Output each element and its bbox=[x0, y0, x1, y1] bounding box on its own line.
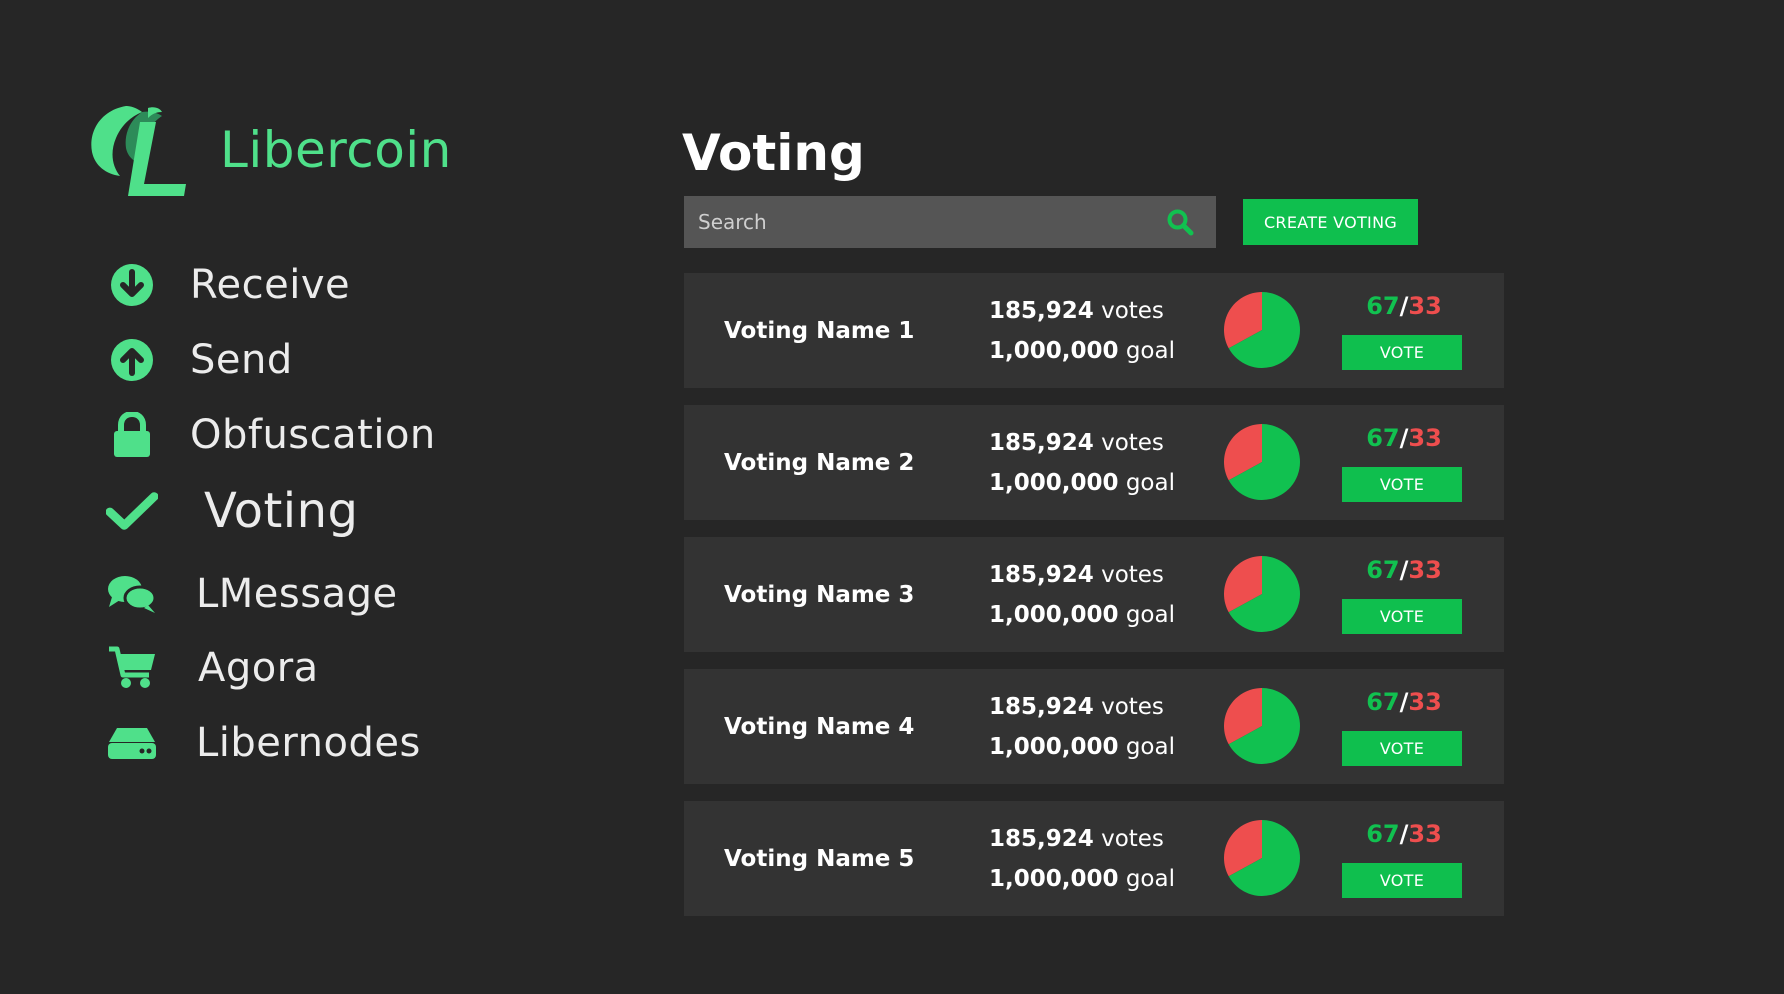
ratio-yes: 67 bbox=[1366, 688, 1400, 716]
sidebar-item-label: Agora bbox=[198, 645, 319, 691]
voting-name: Voting Name 1 bbox=[724, 317, 915, 344]
vote-count-unit: votes bbox=[1101, 298, 1164, 324]
vote-goal-unit: goal bbox=[1125, 602, 1175, 628]
checkmark-icon bbox=[106, 485, 158, 537]
vote-count: 185,924 bbox=[989, 430, 1094, 456]
vote-ratio: 67/33 bbox=[1344, 555, 1464, 585]
sidebar-nav: Receive Send Obfuscation Voting LMessage… bbox=[0, 0, 560, 994]
vote-count-unit: votes bbox=[1101, 826, 1164, 852]
vote-goal-unit: goal bbox=[1125, 470, 1175, 496]
voting-list: Voting Name 1 185,924 votes 1,000,000 go… bbox=[684, 273, 1504, 933]
vote-button[interactable]: VOTE bbox=[1342, 467, 1462, 502]
search-input[interactable] bbox=[684, 196, 1166, 248]
vote-count: 185,924 bbox=[989, 694, 1094, 720]
vote-pie-chart bbox=[1224, 688, 1300, 764]
ratio-yes: 67 bbox=[1366, 820, 1400, 848]
voting-stats: 185,924 votes 1,000,000 goal bbox=[989, 819, 1175, 899]
vote-goal-unit: goal bbox=[1125, 338, 1175, 364]
chat-bubbles-icon bbox=[106, 568, 158, 620]
voting-name: Voting Name 2 bbox=[724, 449, 915, 476]
ratio-yes: 67 bbox=[1366, 424, 1400, 452]
ratio-no: 33 bbox=[1408, 820, 1442, 848]
sidebar-item-label: Obfuscation bbox=[190, 412, 436, 458]
create-voting-button[interactable]: CREATE VOTING bbox=[1243, 199, 1418, 245]
voting-stats: 185,924 votes 1,000,000 goal bbox=[989, 423, 1175, 503]
search-bar bbox=[684, 196, 1216, 248]
sidebar-item-label: LMessage bbox=[196, 571, 398, 617]
arrow-up-circle-icon bbox=[106, 334, 158, 386]
sidebar-item-voting[interactable]: Voting bbox=[106, 481, 359, 541]
sidebar-item-send[interactable]: Send bbox=[106, 330, 293, 390]
sidebar-item-agora[interactable]: Agora bbox=[106, 638, 319, 698]
sidebar-item-label: Receive bbox=[190, 262, 351, 308]
vote-goal: 1,000,000 bbox=[989, 338, 1119, 364]
vote-goal: 1,000,000 bbox=[989, 602, 1119, 628]
sidebar-item-lmessage[interactable]: LMessage bbox=[106, 564, 398, 624]
ratio-no: 33 bbox=[1408, 556, 1442, 584]
sidebar-item-label: Send bbox=[190, 337, 293, 383]
vote-ratio: 67/33 bbox=[1344, 819, 1464, 849]
sidebar-item-obfuscation[interactable]: Obfuscation bbox=[106, 405, 436, 465]
vote-button[interactable]: VOTE bbox=[1342, 863, 1462, 898]
ratio-yes: 67 bbox=[1366, 292, 1400, 320]
ratio-yes: 67 bbox=[1366, 556, 1400, 584]
vote-pie-chart bbox=[1224, 424, 1300, 500]
vote-pie-chart bbox=[1224, 820, 1300, 896]
vote-ratio: 67/33 bbox=[1344, 291, 1464, 321]
sidebar-item-receive[interactable]: Receive bbox=[106, 255, 350, 315]
vote-ratio: 67/33 bbox=[1344, 687, 1464, 717]
page-title: Voting bbox=[682, 124, 865, 182]
voting-row: Voting Name 5 185,924 votes 1,000,000 go… bbox=[684, 801, 1504, 916]
vote-count-unit: votes bbox=[1101, 562, 1164, 588]
arrow-down-circle-icon bbox=[106, 259, 158, 311]
ratio-no: 33 bbox=[1408, 424, 1442, 452]
vote-goal-unit: goal bbox=[1125, 734, 1175, 760]
sidebar-item-label: Voting bbox=[204, 483, 359, 539]
vote-pie-chart bbox=[1224, 292, 1300, 368]
vote-goal: 1,000,000 bbox=[989, 470, 1119, 496]
sidebar-item-label: Libernodes bbox=[196, 720, 421, 766]
voting-stats: 185,924 votes 1,000,000 goal bbox=[989, 687, 1175, 767]
voting-name: Voting Name 3 bbox=[724, 581, 915, 608]
voting-row: Voting Name 1 185,924 votes 1,000,000 go… bbox=[684, 273, 1504, 388]
sidebar-item-libernodes[interactable]: Libernodes bbox=[106, 713, 421, 773]
ratio-no: 33 bbox=[1408, 292, 1442, 320]
vote-count: 185,924 bbox=[989, 562, 1094, 588]
vote-pie-chart bbox=[1224, 556, 1300, 632]
vote-button[interactable]: VOTE bbox=[1342, 335, 1462, 370]
voting-stats: 185,924 votes 1,000,000 goal bbox=[989, 555, 1175, 635]
voting-name: Voting Name 4 bbox=[724, 713, 915, 740]
vote-count-unit: votes bbox=[1101, 694, 1164, 720]
voting-stats: 185,924 votes 1,000,000 goal bbox=[989, 291, 1175, 371]
shopping-cart-icon bbox=[106, 642, 158, 694]
vote-count: 185,924 bbox=[989, 826, 1094, 852]
vote-count: 185,924 bbox=[989, 298, 1094, 324]
ratio-no: 33 bbox=[1408, 688, 1442, 716]
voting-row: Voting Name 4 185,924 votes 1,000,000 go… bbox=[684, 669, 1504, 784]
vote-count-unit: votes bbox=[1101, 430, 1164, 456]
server-drive-icon bbox=[106, 717, 158, 769]
search-icon[interactable] bbox=[1166, 208, 1194, 236]
vote-ratio: 67/33 bbox=[1344, 423, 1464, 453]
voting-row: Voting Name 3 185,924 votes 1,000,000 go… bbox=[684, 537, 1504, 652]
voting-row: Voting Name 2 185,924 votes 1,000,000 go… bbox=[684, 405, 1504, 520]
vote-button[interactable]: VOTE bbox=[1342, 599, 1462, 634]
vote-goal: 1,000,000 bbox=[989, 734, 1119, 760]
vote-button[interactable]: VOTE bbox=[1342, 731, 1462, 766]
vote-goal-unit: goal bbox=[1125, 866, 1175, 892]
vote-goal: 1,000,000 bbox=[989, 866, 1119, 892]
voting-name: Voting Name 5 bbox=[724, 845, 915, 872]
lock-icon bbox=[106, 409, 158, 461]
